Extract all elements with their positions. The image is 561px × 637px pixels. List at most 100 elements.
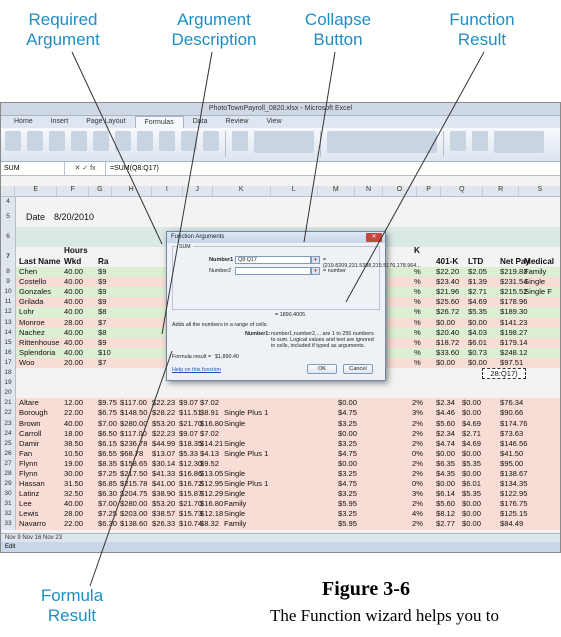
cell-rate[interactable]: $7.25 [98, 509, 117, 519]
collapse-button-2[interactable]: ▾ [311, 267, 320, 275]
cell-pct[interactable]: 2% [412, 419, 423, 429]
cell-m[interactable]: $0.00 [338, 398, 357, 408]
row-number[interactable]: 15 [1, 337, 16, 348]
cell-rate[interactable]: $8.35 [98, 459, 117, 469]
financial-icon[interactable] [71, 131, 87, 151]
cell-m[interactable]: $0.00 [338, 459, 357, 469]
cell-k401[interactable]: $4.35 [436, 469, 455, 479]
column-header[interactable]: O [383, 186, 417, 196]
cell-name[interactable]: Splendoria [19, 348, 55, 358]
column-header[interactable]: P [417, 186, 442, 196]
cell-net[interactable]: $138.67 [500, 469, 527, 479]
column-header[interactable]: I [152, 186, 183, 196]
cell-j[interactable]: $18.35 [179, 439, 202, 449]
cell-hours[interactable]: 28.00 [64, 318, 83, 328]
cell-net[interactable]: $179.14 [500, 338, 527, 348]
row-number[interactable]: 10 [1, 287, 16, 298]
cell-name[interactable]: Lee [19, 499, 32, 509]
column-header[interactable]: N [355, 186, 384, 196]
cell-name[interactable]: Damir [19, 439, 39, 449]
cell-ltd[interactable]: $1.39 [468, 277, 487, 287]
cell-hours[interactable]: 10.50 [64, 449, 83, 459]
cell-name[interactable]: Costello [19, 277, 46, 287]
name-box[interactable]: SUM [1, 162, 65, 175]
cell-name[interactable]: Fan [19, 449, 32, 459]
cell-pct[interactable]: 2% [412, 429, 423, 439]
cell-ltd[interactable]: $5.35 [462, 489, 481, 499]
cell-rate[interactable]: $6.50 [98, 429, 117, 439]
cell-rate[interactable]: $9.75 [98, 398, 117, 408]
cell-hours[interactable]: 40.00 [64, 419, 83, 429]
cell-pct[interactable]: 2% [412, 499, 423, 509]
column-header[interactable]: Q [441, 186, 484, 196]
cell-m[interactable]: $4.75 [338, 449, 357, 459]
cell-ltd[interactable]: $0.00 [462, 469, 481, 479]
cell-ltd[interactable]: $0.00 [462, 519, 481, 529]
cell-k[interactable]: $14.21 [200, 439, 223, 449]
cell-ltd[interactable]: $0.00 [462, 449, 481, 459]
more-functions-icon[interactable] [203, 131, 219, 151]
cell-k401[interactable]: $0.00 [436, 479, 455, 489]
cell-k401[interactable]: $25.60 [436, 297, 459, 307]
tab-home[interactable]: Home [5, 116, 42, 128]
cell-k[interactable]: $4.13 [200, 449, 219, 459]
cell-name[interactable]: Lewis [19, 509, 38, 519]
cell-k401[interactable]: $20.40 [436, 328, 459, 338]
cell-k401[interactable]: $0.00 [436, 449, 455, 459]
cell-m[interactable]: $3.25 [338, 439, 357, 449]
date-time-icon[interactable] [137, 131, 153, 151]
cell-ltd[interactable]: $6.01 [462, 479, 481, 489]
row-number[interactable]: 29 [1, 479, 16, 490]
cell-rate[interactable]: $6.30 [98, 519, 117, 529]
cell-k401[interactable]: $2.77 [436, 519, 455, 529]
cell-i[interactable]: $53.20 [152, 499, 175, 509]
cell-l[interactable]: Single [224, 509, 245, 519]
cell-rate[interactable]: $6.75 [98, 408, 117, 418]
cell-ltd[interactable]: $2.05 [468, 267, 487, 277]
cell-net[interactable]: $41.50 [500, 449, 523, 459]
cell-ltd[interactable]: $2.71 [468, 287, 487, 297]
column-header[interactable]: K [213, 186, 271, 196]
cell-net[interactable]: $176.75 [500, 499, 527, 509]
cell-pct[interactable]: % [414, 287, 421, 297]
cell-ltd[interactable]: $0.73 [468, 348, 487, 358]
cell-hours[interactable]: 20.00 [64, 358, 83, 368]
cell-l[interactable]: Single [224, 419, 245, 429]
cell-net[interactable]: $134.35 [500, 479, 527, 489]
row-number[interactable]: 26 [1, 448, 16, 459]
row-number[interactable]: 31 [1, 499, 16, 510]
cell-rate[interactable]: $7 [98, 318, 106, 328]
cell-ltd[interactable]: $0.00 [462, 408, 481, 418]
cell-i[interactable]: $30.14 [152, 459, 175, 469]
cell-net[interactable]: $97.51 [500, 358, 523, 368]
column-header[interactable]: S [519, 186, 560, 196]
cell-name[interactable]: Brown [19, 419, 41, 429]
tab-view[interactable]: View [257, 116, 290, 128]
row-number[interactable]: 27 [1, 458, 16, 469]
cell-ltd[interactable]: $4.69 [468, 297, 487, 307]
cell-net[interactable]: $248.12 [500, 348, 527, 358]
calculation-options-icon[interactable] [472, 131, 488, 151]
cell-hours[interactable]: 28.00 [64, 509, 83, 519]
cell-h[interactable]: $203.00 [120, 509, 147, 519]
cell-pct[interactable]: % [414, 277, 421, 287]
cell-ltd[interactable]: $0.00 [462, 499, 481, 509]
cell-ltd[interactable]: $4.03 [468, 328, 487, 338]
formula-input[interactable]: =SUM(Q8:Q17) [106, 162, 159, 175]
tab-review[interactable]: Review [217, 116, 258, 128]
calculation-group[interactable] [494, 131, 544, 153]
cell-pct[interactable]: 2% [412, 469, 423, 479]
cell-k401[interactable]: $23.40 [436, 277, 459, 287]
cell-j[interactable]: $9.07 [179, 398, 198, 408]
cell-j[interactable]: $15.87 [179, 489, 202, 499]
corner-cell[interactable] [1, 186, 16, 196]
recently-used-icon[interactable] [49, 131, 65, 151]
cell-h[interactable]: $217.50 [120, 469, 147, 479]
cell-name[interactable]: Grilada [19, 297, 43, 307]
cell-hours[interactable]: 38.50 [64, 439, 83, 449]
cell-j[interactable]: $16.86 [179, 469, 202, 479]
cell-k401[interactable]: $21.96 [436, 287, 459, 297]
cell-net[interactable]: $141.23 [500, 318, 527, 328]
cell-h[interactable]: $117.00 [120, 398, 147, 408]
column-header[interactable]: R [483, 186, 519, 196]
